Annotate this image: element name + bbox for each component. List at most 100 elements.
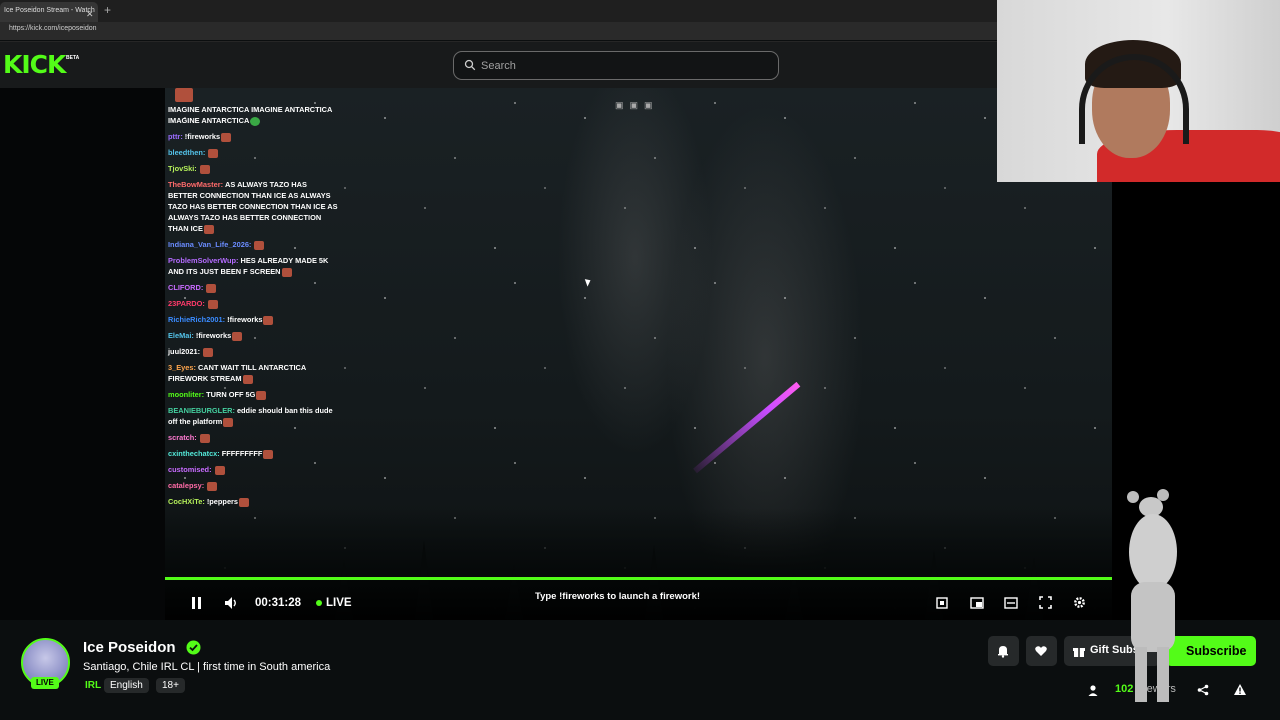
chat-overlay: IMAGINE ANTARCTICA IMAGINE ANTARCTICA IM…	[168, 88, 338, 512]
chat-username[interactable]: moonliter:	[168, 390, 204, 399]
chat-text: !peppers	[206, 497, 239, 506]
chat-username[interactable]: 3_Eyes:	[168, 363, 196, 372]
live-indicator[interactable]: LIVE	[326, 597, 352, 609]
url-text: https://kick.com/iceposeidon	[9, 25, 97, 32]
browser-tab[interactable]: Ice Poseidon Stream - Watch ✕	[0, 2, 98, 22]
emote-icon	[263, 449, 274, 459]
search-icon	[464, 59, 476, 71]
chat-text: FFFFFFFFF	[221, 449, 263, 458]
chat-message: EleMai: !fireworks	[168, 330, 338, 341]
chat-username[interactable]: 23PARDO:	[168, 299, 205, 308]
chat-username[interactable]: BEANIEBURGLER:	[168, 406, 235, 415]
player-controls: 00:31:28 LIVE Type !fireworks to launch …	[165, 580, 1112, 620]
fullscreen-icon[interactable]	[1039, 596, 1052, 609]
mature-tag[interactable]: 18+	[156, 678, 185, 693]
elapsed-time: 00:31:28	[255, 597, 302, 609]
avatar-live-badge: LIVE	[31, 677, 59, 689]
category-tag[interactable]: IRL	[79, 678, 107, 693]
bell-icon	[998, 646, 1008, 658]
sidebar	[0, 88, 165, 620]
chat-message: customised:	[168, 464, 338, 475]
heart-icon	[1035, 646, 1047, 656]
chat-username[interactable]: CLIFORD:	[168, 283, 203, 292]
screen: Ice Poseidon Stream - Watch ✕ + https://…	[0, 0, 1280, 720]
emote-icon	[254, 240, 265, 250]
chat-message: BEANIEBURGLER: eddie should ban this dude…	[168, 405, 338, 427]
chat-username[interactable]: EleMai:	[168, 331, 194, 340]
chat-username[interactable]: ProblemSolverWup:	[168, 256, 239, 265]
search-placeholder: Search	[481, 60, 516, 72]
emote-icon	[199, 433, 210, 443]
webcam-overlay	[997, 0, 1280, 182]
chat-message: CocHXiTe: !peppers	[168, 496, 338, 507]
kick-logo[interactable]: KICK	[3, 50, 66, 79]
chat-message: TjovSki:	[168, 163, 338, 174]
rat-mascot	[1127, 489, 1177, 702]
beta-badge: BETA	[66, 55, 80, 61]
settings-gear-icon[interactable]	[1073, 596, 1086, 609]
stream-title: Santiago, Chile IRL CL | first time in S…	[83, 661, 331, 673]
emote-icon	[207, 481, 218, 491]
emote-icon	[256, 390, 267, 400]
viewers-icon	[1088, 685, 1098, 696]
chat-message: pttr: !fireworks	[168, 131, 338, 142]
chat-text: !fireworks	[227, 315, 263, 324]
chat-username[interactable]: Indiana_Van_Life_2026:	[168, 240, 251, 249]
chat-username[interactable]: customised:	[168, 465, 212, 474]
search-input[interactable]: Search	[453, 51, 779, 80]
channel-info-bar: LIVE Ice Poseidon Santiago, Chile IRL CL…	[0, 620, 1280, 720]
emote-icon	[206, 283, 217, 293]
share-icon[interactable]	[1197, 684, 1209, 696]
chat-text: !fireworks	[195, 331, 232, 340]
subscribe-label: Subscribe	[1186, 644, 1247, 658]
emote-icon	[281, 267, 292, 277]
emote-icon	[221, 132, 232, 142]
chat-message: catalepsy:	[168, 480, 338, 491]
picture-in-picture-icon[interactable]	[970, 597, 984, 609]
chat-username[interactable]: TjovSki:	[168, 164, 197, 173]
overlay-icons: ▣▣▣	[615, 100, 659, 110]
emote-icon	[208, 148, 219, 158]
emote-icon	[175, 88, 193, 102]
chat-message: 23PARDO:	[168, 298, 338, 309]
chat-message: juul2021:	[168, 346, 338, 357]
chat-username[interactable]: cxinthechatcx:	[168, 449, 220, 458]
chat-username[interactable]: catalepsy:	[168, 481, 204, 490]
language-tag[interactable]: English	[104, 678, 149, 693]
notification-button[interactable]	[988, 636, 1019, 666]
emote-icon	[199, 164, 210, 174]
chat-username[interactable]: CocHXiTe:	[168, 497, 205, 506]
chat-message: 3_Eyes: CANT WAIT TILL ANTARCTICA FIREWOR…	[168, 362, 338, 384]
pause-icon[interactable]	[191, 597, 202, 609]
chat-username[interactable]: juul2021:	[168, 347, 200, 356]
emote-icon	[239, 497, 250, 507]
report-icon[interactable]	[1233, 683, 1247, 696]
volume-icon[interactable]	[224, 596, 239, 610]
video-player[interactable]: ▣▣▣ IMAGINE ANTARCTICA IMAGINE ANTARCTIC…	[165, 88, 1112, 620]
chat-message: moonliter: TURN OFF 5G	[168, 389, 338, 400]
chat-message: scratch:	[168, 432, 338, 443]
channel-name[interactable]: Ice Poseidon	[83, 639, 176, 656]
chat-message: CLIFORD:	[168, 282, 338, 293]
chat-message: IMAGINE ANTARCTICA IMAGINE ANTARCTICA IM…	[168, 104, 338, 126]
chat-message: bleedthen:	[168, 147, 338, 158]
theater-mode-icon[interactable]	[1004, 597, 1018, 609]
chat-text: !fireworks	[184, 132, 221, 141]
follow-button[interactable]	[1026, 636, 1057, 666]
chat-username[interactable]: RichieRich2001:	[168, 315, 225, 324]
firework-prompt: Type !fireworks to launch a firework!	[535, 591, 701, 602]
new-tab-icon[interactable]: +	[104, 3, 111, 17]
emote-icon	[203, 224, 214, 234]
chat-message: TheBowMaster: AS ALWAYS TAZO HAS BETTER C…	[168, 179, 338, 234]
close-tab-icon[interactable]: ✕	[86, 5, 94, 22]
chat-text: TURN OFF 5G	[206, 390, 256, 399]
chat-username[interactable]: bleedthen:	[168, 148, 205, 157]
chat-username[interactable]: scratch:	[168, 433, 197, 442]
emote-icon	[242, 374, 253, 384]
chat-username[interactable]: pttr:	[168, 132, 183, 141]
chat-username[interactable]: TheBowMaster:	[168, 180, 223, 189]
chat-message: RichieRich2001: !fireworks	[168, 314, 338, 325]
emote-icon	[203, 347, 214, 357]
emote-icon	[207, 299, 218, 309]
clip-icon[interactable]	[936, 597, 948, 609]
